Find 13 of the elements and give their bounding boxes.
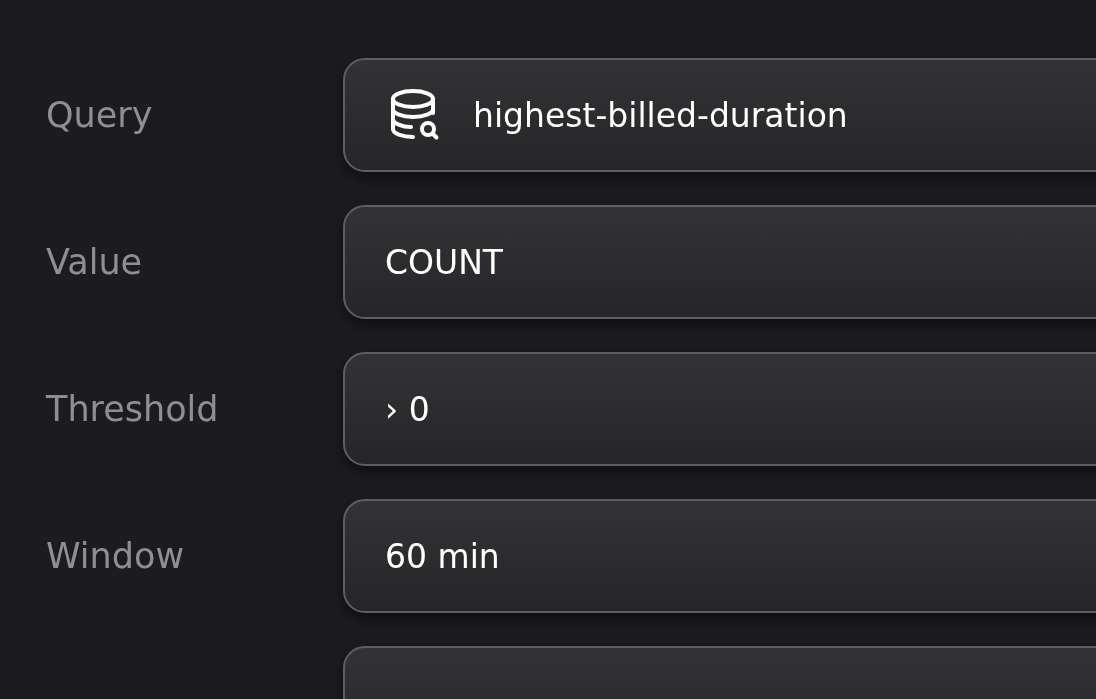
input-field[interactable]: › 0 bbox=[343, 352, 1096, 466]
field-value: COUNT bbox=[385, 242, 503, 282]
field-label: Value bbox=[45, 242, 144, 282]
database-search-icon bbox=[389, 88, 441, 142]
input-field[interactable]: highest-billed-duration bbox=[343, 58, 1096, 172]
input-field[interactable]: COUNT bbox=[343, 205, 1096, 319]
field-label: Window bbox=[45, 536, 185, 576]
field-label: Query bbox=[45, 95, 154, 135]
input-field[interactable]: 60 min bbox=[343, 499, 1096, 613]
field-value: 60 min bbox=[385, 536, 500, 576]
field-value: highest-billed-duration bbox=[473, 95, 848, 135]
field-value: › 0 bbox=[385, 389, 430, 429]
field-label: Threshold bbox=[45, 389, 220, 429]
